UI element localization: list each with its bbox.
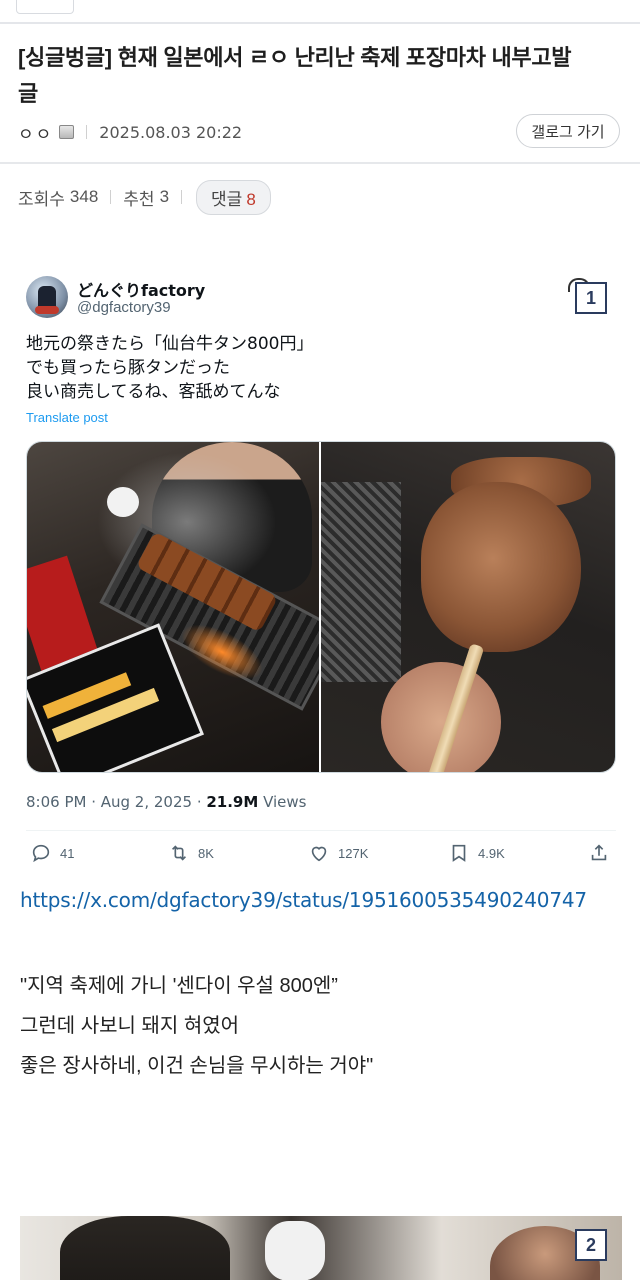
tweet-time[interactable]: 8:06 PM · Aug 2, 2025 ·: [26, 793, 206, 811]
avatar-detail: [35, 306, 59, 314]
post-body: "지역 축제에 가니 '센다이 우설 800엔” 그런데 사보니 돼지 혀였어 …: [20, 966, 373, 1086]
skewer-photo[interactable]: [321, 442, 615, 772]
reply-count: 41: [60, 845, 75, 861]
like-count: 127K: [338, 845, 369, 861]
comments-button[interactable]: 댓글 8: [196, 179, 271, 215]
gallog-button[interactable]: 갤로그 가기: [516, 114, 620, 148]
comments-count: 8: [246, 189, 256, 209]
like-icon: [311, 846, 327, 862]
tweet-media[interactable]: [26, 441, 616, 773]
body-line: 좋은 장사하네, 이건 손님을 무시하는 거야": [20, 1055, 374, 1077]
views-count: 348: [69, 187, 99, 206]
post-datetime: 2025.08.03 20:22: [99, 122, 243, 142]
grill-photo[interactable]: [27, 442, 319, 772]
user-level-icon: [59, 125, 75, 139]
post-stats: 조회수 348 추천 3 댓글 8: [18, 179, 271, 215]
header-divider: [0, 162, 640, 164]
views-label: 조회수: [18, 189, 65, 209]
share-button[interactable]: [588, 842, 618, 864]
embedded-tweet: どんぐりfactory @dgfactory39 1 地元の祭きたら「仙台牛タン…: [0, 260, 640, 880]
tweet-link[interactable]: https://x.com/dgfactory39/status/1951600…: [20, 888, 587, 912]
divider: [110, 190, 112, 204]
bookmark-icon: [452, 844, 466, 862]
glove: [265, 1221, 325, 1280]
tweet-author-name[interactable]: どんぐりfactory: [77, 277, 205, 301]
retweet-button[interactable]: 8K: [168, 842, 214, 864]
top-toolbar: [0, 0, 640, 24]
like-button[interactable]: 127K: [308, 842, 368, 864]
bookmark-count: 4.9K: [478, 845, 505, 861]
tweet-views-count: 21.9M: [206, 793, 259, 811]
top-button[interactable]: [16, 0, 74, 14]
tweet-views-word: Views: [258, 793, 307, 811]
post-meta: ㅇㅇ 2025.08.03 20:22: [18, 118, 242, 146]
recommend-label: 추천: [123, 189, 155, 209]
tweet-text-line: でも買ったら豚タンだった: [26, 358, 230, 378]
retweet-icon: [171, 845, 187, 861]
bookmark-button[interactable]: 4.9K: [448, 842, 505, 864]
second-photo[interactable]: [20, 1216, 622, 1280]
tweet-text-line: 良い商売してるね、客舐めてんな: [26, 382, 281, 402]
share-icon: [591, 844, 607, 861]
post-title: [싱글벙글] 현재 일본에서 ㄹㅇ 난리난 축제 포장마차 내부고발 글: [18, 40, 622, 112]
image-number-badge: 1: [575, 282, 607, 314]
patterned-shirt: [321, 482, 401, 682]
divider: [86, 125, 88, 139]
body-line: 그런데 사보니 돼지 혀였어: [20, 1015, 240, 1037]
post-title-line-1: [싱글벙글] 현재 일본에서 ㄹㅇ 난리난 축제 포장마차 내부고발: [18, 45, 572, 70]
tweet-text: 地元の祭きたら「仙台牛タン800円」 でも買ったら豚タンだった 良い商売してるね…: [26, 332, 313, 404]
tweet-text-line: 地元の祭きたら「仙台牛タン800円」: [26, 334, 314, 354]
recommend-count: 3: [159, 187, 170, 206]
glove: [107, 487, 139, 517]
photo-figure: [60, 1216, 230, 1280]
reply-icon: [32, 844, 50, 863]
reply-button[interactable]: 41: [30, 842, 74, 864]
tweet-divider: [26, 830, 616, 831]
tweet-meta: 8:06 PM · Aug 2, 2025 · 21.9M Views: [26, 793, 306, 811]
tweet-author-handle[interactable]: @dgfactory39: [77, 299, 171, 316]
body-line: "지역 축제에 가니 '센다이 우설 800엔”: [20, 975, 338, 997]
avatar[interactable]: [26, 276, 68, 318]
comments-label: 댓글: [211, 189, 243, 209]
image-number-badge: 2: [575, 1229, 607, 1261]
meat-skewer: [421, 482, 581, 652]
author-name[interactable]: ㅇㅇ: [18, 120, 53, 145]
post-title-line-2: 글: [18, 81, 38, 106]
divider: [181, 190, 183, 204]
translate-link[interactable]: Translate post: [26, 410, 108, 425]
tweet-actions: 41 8K 127K 4.9K: [30, 842, 614, 870]
retweet-count: 8K: [198, 845, 214, 861]
